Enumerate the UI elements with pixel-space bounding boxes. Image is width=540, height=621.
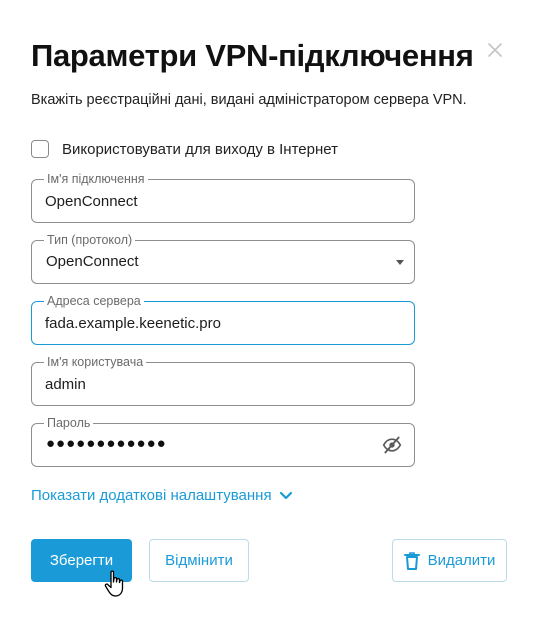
chevron-down-icon — [396, 260, 404, 265]
delete-button-label: Видалити — [427, 552, 496, 569]
internet-checkbox[interactable] — [31, 140, 49, 158]
protocol-select[interactable]: Тип (протокол) OpenConnect — [31, 233, 415, 284]
dialog-subtitle: Вкажіть реєстраційні дані, видані адміні… — [31, 92, 467, 108]
cancel-button[interactable]: Відмінити — [149, 539, 249, 582]
protocol-selected-value: OpenConnect — [46, 253, 139, 270]
trash-icon — [403, 551, 420, 570]
dialog-title: Параметри VPN-підключення — [31, 38, 474, 73]
show-advanced-settings-label: Показати додаткові налаштування — [31, 487, 272, 504]
show-advanced-settings-link[interactable]: Показати додаткові налаштування — [31, 487, 293, 504]
username-input[interactable] — [45, 363, 375, 405]
save-button[interactable]: Зберегти — [31, 539, 132, 582]
connection-name-field: Ім'я підключення — [31, 172, 415, 223]
server-address-input[interactable] — [45, 302, 375, 344]
close-icon[interactable] — [485, 40, 505, 60]
internet-checkbox-label: Використовувати для виходу в Інтернет — [62, 140, 338, 158]
username-field: Ім'я користувача — [31, 355, 415, 406]
password-field[interactable]: Пароль ●●●●●●●●●●●● — [31, 416, 415, 467]
protocol-label: Тип (протокол) — [44, 233, 136, 247]
eye-slash-icon[interactable] — [382, 435, 402, 455]
vpn-settings-dialog: Параметри VPN-підключення Вкажіть реєстр… — [0, 0, 540, 621]
chevron-down-icon — [279, 491, 292, 499]
connection-name-input[interactable] — [45, 180, 375, 222]
internet-checkbox-row[interactable]: Використовувати для виходу в Інтернет — [31, 140, 338, 158]
delete-button[interactable]: Видалити — [392, 539, 507, 582]
password-input[interactable]: ●●●●●●●●●●●● — [46, 435, 167, 452]
password-label: Пароль — [44, 416, 94, 430]
server-address-field: Адреса сервера — [31, 294, 415, 345]
